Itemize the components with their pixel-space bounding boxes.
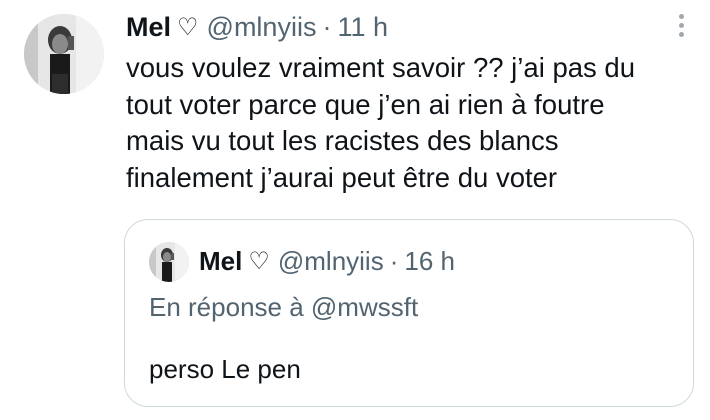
tweet-text-line: vous voulez vraiment savoir ?? j’ai pas … [126, 52, 636, 83]
tweet[interactable]: Mel ♡ @mlnyiis · 11 h vous voulez vraime… [0, 0, 710, 420]
tweet-header: Mel ♡ @mlnyiis · 11 h [126, 10, 388, 44]
author-name[interactable]: Mel [126, 12, 171, 43]
separator-dot: · [389, 245, 399, 276]
separator-dot: · [322, 11, 332, 42]
quoted-avatar-image [149, 242, 189, 282]
heart-outline-icon: ♡ [248, 247, 270, 275]
tweet-text-line: tout voter parce que j’en ai rien à fout… [126, 88, 605, 120]
tweet-text-line: finalement j’aurai peut être du voter [126, 161, 558, 193]
tweet-text: vous voulez vraiment savoir ?? j’ai pas … [126, 50, 686, 196]
quoted-author-name: Mel [199, 245, 243, 276]
avatar-image [24, 14, 104, 94]
quoted-tweet[interactable]: Mel ♡ @mlnyiis · 16 h En réponse à @mwss… [124, 219, 694, 407]
quoted-text: perso Le pen [149, 354, 301, 384]
quoted-timestamp: 16 h [404, 245, 455, 276]
timestamp[interactable]: 11 h [337, 12, 388, 43]
more-vertical-icon[interactable] [674, 14, 688, 44]
reply-context: En réponse à @mwssft [149, 292, 419, 322]
quoted-header: Mel ♡ @mlnyiis · 16 h [199, 244, 455, 278]
heart-outline-icon: ♡ [177, 13, 199, 41]
quoted-author-handle: @mlnyiis [277, 245, 384, 276]
avatar[interactable] [24, 14, 104, 94]
quoted-avatar[interactable] [149, 242, 189, 282]
tweet-text-line: mais vu tout les racistes des blancs [126, 125, 559, 156]
author-handle[interactable]: @mlnyiis [207, 12, 317, 43]
